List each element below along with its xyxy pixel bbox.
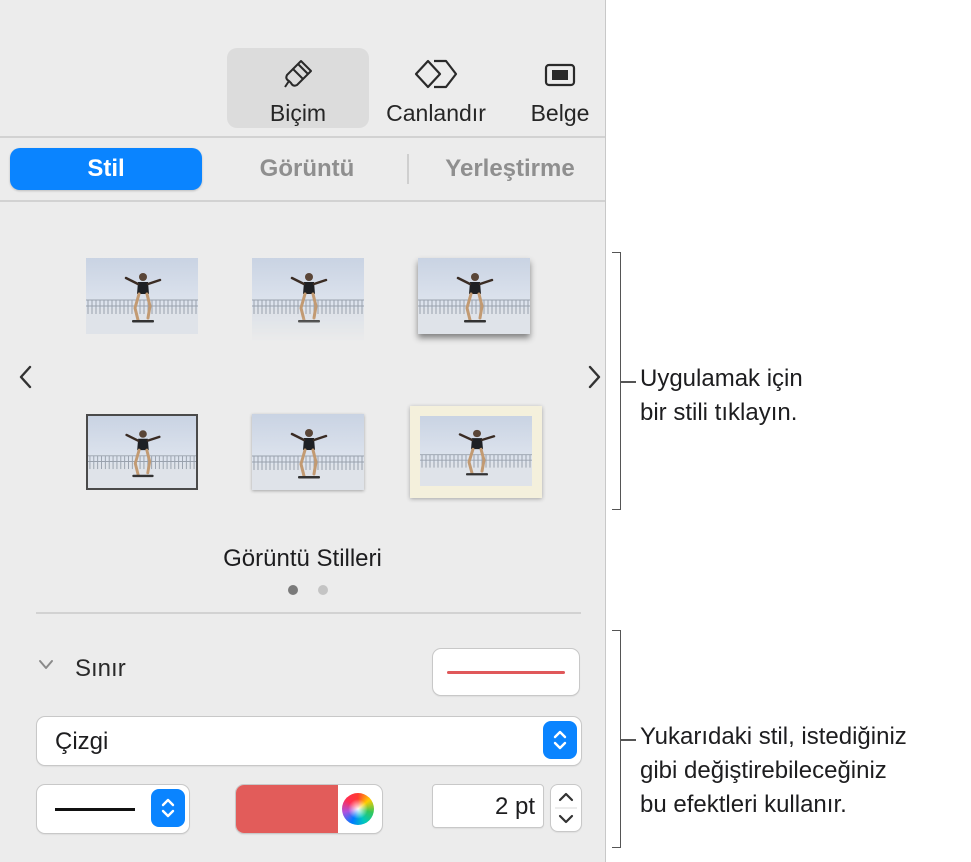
effects-callout-line-1: Yukarıdaki stil, istediğiniz [640,723,907,750]
photo-thumbnail [86,258,198,334]
line-type-select[interactable]: Çizgi [36,716,582,766]
section-divider [36,612,581,614]
line-style-select[interactable] [36,784,190,834]
document-label: Belge [530,100,590,126]
photo-thumbnail [252,258,364,342]
border-width-stepper[interactable] [550,784,582,832]
border-color-swatch[interactable] [236,785,338,833]
next-styles-button[interactable] [582,362,606,392]
border-width-value: 2 pt [494,793,535,820]
color-wheel-icon[interactable] [342,793,374,825]
photo-thumbnail [418,258,530,334]
paintbrush-icon [227,54,369,94]
document-button[interactable]: Belge [515,48,605,128]
tab-image[interactable]: Görüntü [222,148,392,190]
format-sidebar: Biçim Canlandır Belge Stil Görüntü Yerle… [0,0,606,862]
effects-callout-line-3: bu efektleri kullanır. [640,791,847,818]
document-icon [515,54,605,94]
styles-bracket-tick [620,381,636,383]
effects-callout: Yukarıdaki stil, istediğiniz gibi değişt… [640,720,907,822]
image-style-6[interactable] [410,406,542,498]
page-indicator-dot-active[interactable] [288,585,298,595]
border-color-well[interactable] [235,784,383,834]
border-width-field[interactable]: 2 pt [432,784,544,828]
border-swatch-line [447,671,565,674]
styles-callout-line-2: bir stili tıklayın. [640,399,798,426]
line-style-popup-icon [151,789,185,827]
tab-arrange[interactable]: Yerleştirme [420,148,600,190]
toolbar-divider [0,136,605,138]
image-styles-title: Görüntü Stilleri [223,545,382,572]
image-style-1[interactable] [86,258,198,334]
image-style-3[interactable] [418,258,530,334]
effects-callout-line-2: gibi değiştirebileceğiniz [640,757,887,784]
tabs-divider [0,200,605,202]
border-style-swatch[interactable] [432,648,580,696]
image-style-4[interactable] [86,414,198,490]
chevron-left-icon [19,365,32,389]
animate-button[interactable]: Canlandır [372,48,500,128]
photo-thumbnail [88,416,196,488]
line-type-value: Çizgi [55,728,109,755]
stepper-arrows-icon [555,792,577,824]
format-label: Biçim [269,100,327,126]
border-section-label: Sınır [75,655,126,682]
image-style-5[interactable] [252,414,364,490]
styles-callout-line-1: Uygulamak için [640,365,803,392]
photo-thumbnail [420,416,532,486]
format-button[interactable]: Biçim [227,48,369,128]
animate-label: Canlandır [386,100,486,126]
tab-style[interactable]: Stil [10,148,202,190]
line-type-popup-icon [543,721,577,759]
effects-bracket-tick [620,739,636,741]
line-style-preview [55,808,135,811]
image-style-2[interactable] [252,258,364,342]
previous-styles-button[interactable] [14,362,38,392]
styles-callout: Uygulamak için bir stili tıklayın. [640,362,803,430]
page-indicator-dot[interactable] [318,585,328,595]
chevron-down-icon[interactable] [36,658,56,672]
photo-thumbnail [252,414,364,490]
tab-divider [407,154,409,184]
diamond-icon [372,54,500,94]
chevron-right-icon [588,365,601,389]
